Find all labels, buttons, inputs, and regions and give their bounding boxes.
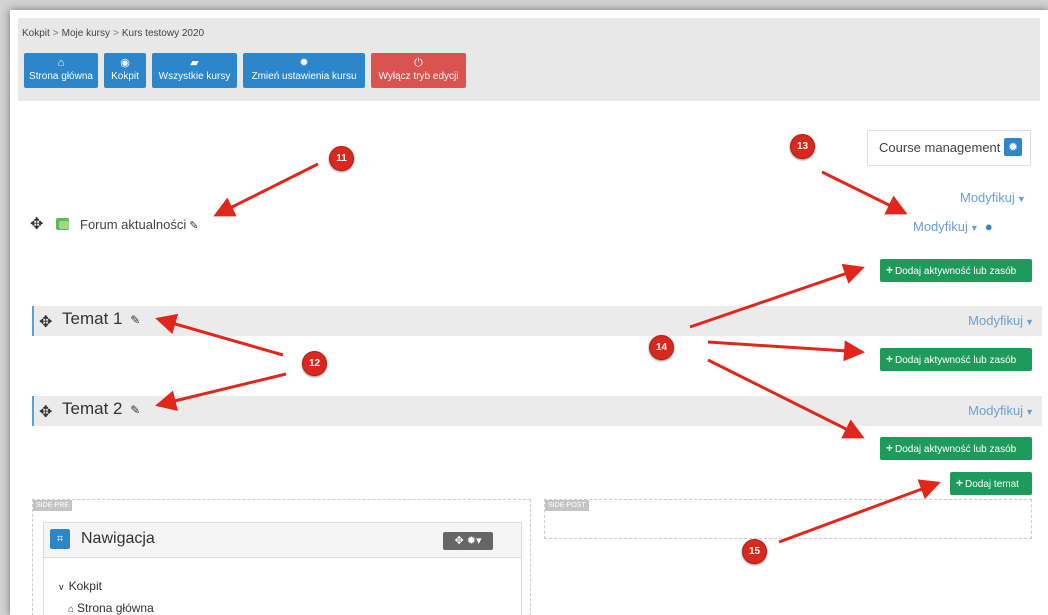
arrow-15 [778, 479, 941, 544]
annotation-badge-13: 13 [790, 134, 815, 159]
annotation-badge-15: 15 [742, 539, 767, 564]
arrow-13 [821, 170, 908, 215]
annotation-badge-14: 14 [649, 335, 674, 360]
arrow-11 [213, 162, 319, 217]
annotation-badge-12: 12 [302, 351, 327, 376]
annotation-badge-11: 11 [329, 146, 354, 171]
arrow-14c [707, 358, 865, 439]
arrow-12b [155, 372, 287, 411]
arrow-14a [689, 263, 865, 329]
annotation-arrows [155, 162, 941, 544]
arrow-12a [155, 313, 284, 357]
arrow-14b [707, 340, 865, 362]
